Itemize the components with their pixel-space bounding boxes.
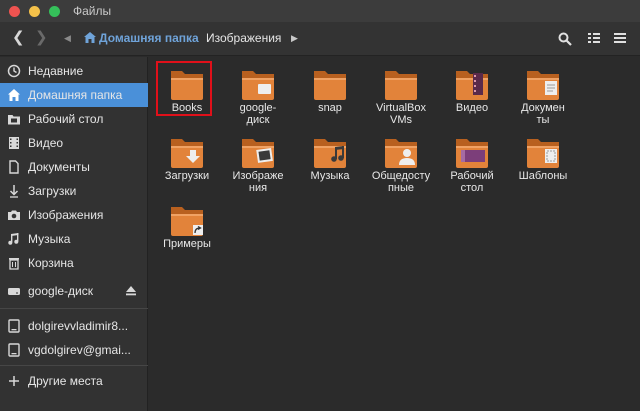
breadcrumb-scroll-left-icon[interactable]: ◀ xyxy=(64,33,71,44)
folder-examples[interactable]: Примеры xyxy=(152,197,222,257)
sidebar-separator xyxy=(0,308,148,309)
folder-documents[interactable]: Докумен ты xyxy=(508,61,578,126)
sidebar-item-label: Другие места xyxy=(28,374,103,388)
folder-label: Примеры xyxy=(163,238,211,250)
forward-arrow-icon[interactable]: ❯ xyxy=(35,30,48,46)
sidebar-item-label: Домашняя папка xyxy=(28,88,123,102)
sidebar-item-account-1[interactable]: dolgirevvladimir8... xyxy=(0,314,148,338)
list-view-icon[interactable] xyxy=(588,32,600,44)
sidebar-item-downloads[interactable]: Загрузки xyxy=(0,179,148,203)
title-bar: Файлы xyxy=(0,0,640,22)
folder-pictures[interactable]: Изображе ния xyxy=(223,129,293,194)
selection-highlight xyxy=(156,61,212,116)
sidebar-item-label: google-диск xyxy=(28,284,93,298)
folder-templates[interactable]: Шаблоны xyxy=(508,129,578,189)
toolbar: ❮ ❯ ◀ Домашняя папка Изображения ▶ xyxy=(0,22,640,56)
folder-video[interactable]: Видео xyxy=(437,61,507,121)
music-folder-icon xyxy=(314,139,346,168)
sidebar-item-trash[interactable]: Корзина xyxy=(0,251,148,275)
music-icon xyxy=(8,233,19,245)
folder-label: Общедосту пные xyxy=(371,170,431,194)
sidebar-item-label: dolgirevvladimir8... xyxy=(28,319,129,333)
folder-virtualbox-vms[interactable]: VirtualBox VMs xyxy=(366,61,436,126)
sidebar-item-documents[interactable]: Документы xyxy=(0,155,148,179)
folder-label: Докумен ты xyxy=(521,102,565,126)
breadcrumb-home[interactable]: Домашняя папка xyxy=(84,31,199,45)
sidebar-separator xyxy=(0,365,148,366)
video-icon xyxy=(9,137,19,149)
folder-label: google- диск xyxy=(239,102,277,126)
home-icon xyxy=(84,32,96,43)
breadcrumb-images[interactable]: Изображения xyxy=(206,31,281,45)
sidebar-item-pictures[interactable]: Изображения xyxy=(0,203,148,227)
public-folder-icon xyxy=(385,139,417,168)
window-title: Файлы xyxy=(73,4,112,18)
sidebar-item-desktop[interactable]: Рабочий стол xyxy=(0,107,148,131)
sidebar-item-label: Корзина xyxy=(28,256,74,270)
sidebar: Недавние Домашняя папка Рабочий стол Вид… xyxy=(0,57,148,411)
folder-downloads[interactable]: Загрузки xyxy=(152,129,222,189)
desktop-folder-icon xyxy=(8,115,20,125)
sidebar-item-label: Изображения xyxy=(28,208,104,222)
sidebar-item-music[interactable]: Музыка xyxy=(0,227,148,251)
folder-public[interactable]: Общедосту пные xyxy=(366,129,436,194)
pictures-folder-icon xyxy=(242,139,274,168)
folder-label: Шаблоны xyxy=(518,170,568,182)
drive-folder-icon xyxy=(242,71,274,100)
document-icon xyxy=(9,160,19,174)
folder-label: VirtualBox VMs xyxy=(376,102,426,126)
clock-icon xyxy=(7,64,21,78)
sidebar-item-label: vgdolgirev@gmai... xyxy=(28,343,131,357)
breadcrumb-home-label: Домашняя папка xyxy=(99,31,199,45)
account-icon xyxy=(8,319,20,333)
camera-icon xyxy=(8,210,20,220)
folder-google-drive[interactable]: google- диск xyxy=(223,61,293,126)
desktop-folder-icon xyxy=(456,139,488,168)
sidebar-item-label: Видео xyxy=(28,136,64,150)
sidebar-item-label: Музыка xyxy=(28,232,71,246)
breadcrumb-scroll-right-icon[interactable]: ▶ xyxy=(291,33,298,44)
sidebar-item-label: Рабочий стол xyxy=(28,112,104,126)
sidebar-item-label: Загрузки xyxy=(28,184,77,198)
eject-icon[interactable] xyxy=(125,285,137,296)
documents-folder-icon xyxy=(527,71,559,100)
search-icon[interactable] xyxy=(558,32,572,46)
sidebar-item-google-drive[interactable]: google-диск xyxy=(0,279,148,303)
folder-desktop[interactable]: Рабочий стол xyxy=(437,129,507,194)
sidebar-item-other-locations[interactable]: Другие места xyxy=(0,369,148,393)
folder-label: Рабочий стол xyxy=(450,170,494,194)
account-icon xyxy=(8,343,20,357)
templates-folder-icon xyxy=(527,139,559,168)
folder-icon xyxy=(314,71,346,100)
menu-icon[interactable] xyxy=(614,32,626,44)
folder-label: Изображе ния xyxy=(232,170,284,194)
sidebar-item-video[interactable]: Видео xyxy=(0,131,148,155)
folder-icon xyxy=(385,71,417,100)
downloads-folder-icon xyxy=(171,139,203,168)
folder-label: snap xyxy=(318,102,342,114)
symlink-folder-icon xyxy=(171,207,203,236)
sidebar-item-account-2[interactable]: vgdolgirev@gmai... xyxy=(0,338,148,362)
home-icon xyxy=(8,89,20,101)
sidebar-item-recent[interactable]: Недавние xyxy=(0,59,148,83)
folder-snap[interactable]: snap xyxy=(295,61,365,121)
close-window-button[interactable] xyxy=(9,6,20,17)
folder-label: Видео xyxy=(455,102,489,114)
trash-icon xyxy=(9,258,19,270)
download-icon xyxy=(9,185,19,198)
plus-icon xyxy=(9,376,19,386)
folder-label: Загрузки xyxy=(164,170,210,182)
folder-label: Музыка xyxy=(310,170,350,182)
sidebar-item-label: Документы xyxy=(28,160,90,174)
folder-music[interactable]: Музыка xyxy=(295,129,365,189)
sidebar-item-home[interactable]: Домашняя папка xyxy=(0,83,148,107)
sidebar-item-label: Недавние xyxy=(28,64,84,78)
video-folder-icon xyxy=(456,71,488,100)
minimize-window-button[interactable] xyxy=(29,6,40,17)
drive-icon xyxy=(8,288,20,295)
maximize-window-button[interactable] xyxy=(49,6,60,17)
back-arrow-icon[interactable]: ❮ xyxy=(12,30,25,46)
